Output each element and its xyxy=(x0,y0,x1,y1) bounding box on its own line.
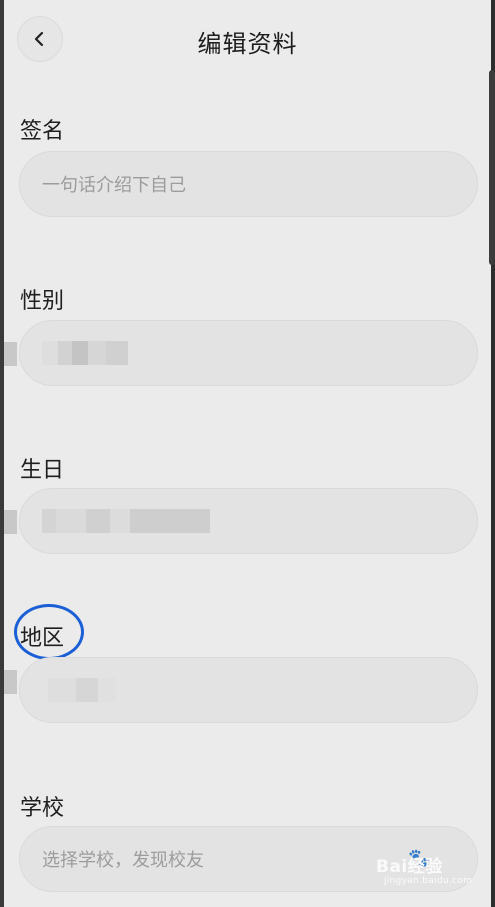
side-tab xyxy=(4,510,17,534)
side-tab xyxy=(4,670,17,694)
signature-input[interactable]: 一句话介绍下自己 xyxy=(19,151,478,217)
birthday-value-blurred xyxy=(42,506,210,536)
screen-edge-left xyxy=(0,0,4,907)
birthday-field[interactable] xyxy=(19,488,478,554)
signature-placeholder: 一句话介绍下自己 xyxy=(42,175,186,196)
gender-label: 性别 xyxy=(20,289,65,314)
region-label: 地区 xyxy=(20,626,65,651)
gender-field[interactable] xyxy=(19,320,478,386)
header-bar: 编辑资料 xyxy=(0,0,495,84)
side-tab xyxy=(4,342,17,366)
region-value-blurred xyxy=(48,675,116,705)
birthday-label: 生日 xyxy=(20,458,65,483)
school-label: 学校 xyxy=(20,796,65,821)
baidu-watermark: 🐾 Bai经验 jingyan.baidu.com xyxy=(376,848,473,886)
scrollbar[interactable] xyxy=(489,70,495,265)
region-field[interactable] xyxy=(19,657,478,723)
school-placeholder: 选择学校，发现校友 xyxy=(42,850,204,871)
signature-label: 签名 xyxy=(20,119,65,144)
page-title: 编辑资料 xyxy=(197,30,298,58)
gender-value-blurred xyxy=(42,338,128,368)
